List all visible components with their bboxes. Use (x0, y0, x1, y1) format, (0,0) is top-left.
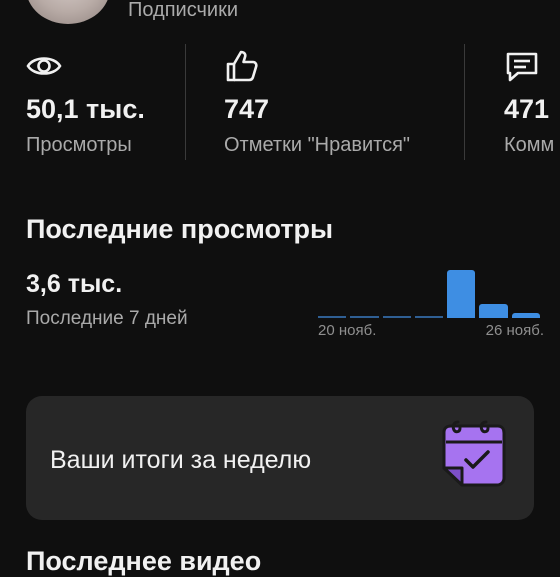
recent-views-chart[interactable]: 20 нояб. 26 нояб. (310, 260, 550, 350)
weekly-summary-label: Ваши итоги за неделю (50, 446, 312, 474)
divider (185, 44, 186, 160)
thumbs-up-icon (224, 48, 260, 84)
stat-views-label: Просмотры (26, 134, 132, 156)
stat-comments-label: Комм (504, 134, 555, 156)
stat-likes-value: 747 (224, 94, 270, 124)
channel-avatar[interactable] (26, 0, 110, 24)
stat-views-value: 50,1 тыс. (26, 94, 145, 124)
stat-likes-label: Отметки "Нравится" (224, 134, 411, 156)
chart-tick-label: 20 нояб. (318, 322, 377, 339)
chart-bar (318, 316, 347, 318)
stats-row: 50,1 тыс. Просмотры 747 Отметки "Нравитс… (0, 40, 560, 160)
latest-video-title: Последнее видео (26, 546, 262, 576)
recent-views-value: 3,6 тыс. (26, 270, 123, 298)
chart-tick-label: 26 нояб. (485, 322, 544, 339)
chart-bar (511, 312, 540, 318)
calendar-check-icon (438, 418, 510, 492)
subscribers-label: Подписчики (128, 0, 239, 21)
chart-bar (414, 316, 444, 318)
recent-views-title: Последние просмотры (26, 214, 334, 244)
chart-bar (479, 303, 508, 318)
stat-comments-value: 471 (504, 94, 550, 124)
chart-bar (350, 316, 379, 318)
chart-bar (382, 316, 411, 318)
comment-icon (504, 48, 540, 84)
weekly-summary-card[interactable]: Ваши итоги за неделю (26, 396, 534, 520)
eye-icon (26, 48, 62, 84)
divider (464, 44, 465, 160)
chart-bar (447, 270, 476, 318)
recent-views-period: Последние 7 дней (26, 308, 188, 329)
